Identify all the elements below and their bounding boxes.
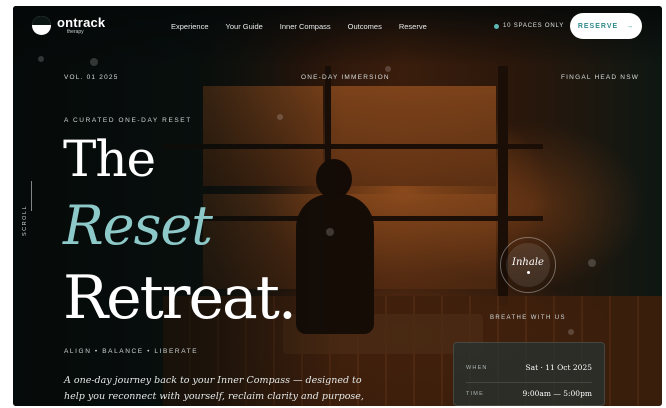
breathe-label: BREATHE WITH US <box>490 315 566 321</box>
reserve-button-label: RESERVE <box>577 22 619 30</box>
breathe-widget[interactable]: Inhale <box>500 237 556 293</box>
main-nav: Experience Your Guide Inner Compass Outc… <box>171 22 444 31</box>
hero-title-line-1: The <box>63 130 156 188</box>
nav-inner-compass[interactable]: Inner Compass <box>280 22 331 31</box>
top-shade <box>13 6 662 66</box>
time-label: TIME <box>466 390 484 397</box>
time-value: 9:00am — 5:00pm <box>522 389 592 398</box>
brand-sub: therapy <box>67 29 84 35</box>
location-label: FINGAL HEAD NSW <box>561 74 640 81</box>
card-divider <box>466 382 592 383</box>
nav-outcomes[interactable]: Outcomes <box>348 22 382 31</box>
brand-logo[interactable]: ontrack therapy <box>32 16 105 35</box>
when-value: Sat · 11 Oct 2025 <box>525 363 592 372</box>
scroll-line <box>31 181 32 211</box>
hero-description: A one-day journey back to your Inner Com… <box>64 375 364 402</box>
volume-label: VOL. 01 2025 <box>64 74 119 81</box>
nav-experience[interactable]: Experience <box>171 22 209 31</box>
event-details-card: WHEN Sat · 11 Oct 2025 TIME 9:00am — 5:0… <box>453 342 605 406</box>
bokeh-dot <box>326 228 334 236</box>
brand-name: ontrack <box>57 15 106 30</box>
when-label: WHEN <box>466 364 488 371</box>
nav-your-guide[interactable]: Your Guide <box>226 22 263 31</box>
bokeh-dot <box>568 329 574 335</box>
hero-title-line-3-text: Retreat <box>63 263 280 333</box>
reserve-button[interactable]: RESERVE → <box>570 13 642 39</box>
nav-reserve[interactable]: Reserve <box>399 22 427 31</box>
bokeh-dot <box>38 56 44 62</box>
arrow-right-icon: → <box>626 22 635 30</box>
window-pane <box>331 86 496 186</box>
breathe-inner: Inhale <box>506 243 550 287</box>
format-label: ONE-DAY IMMERSION <box>301 74 390 81</box>
when-row: WHEN Sat · 11 Oct 2025 <box>466 363 592 372</box>
dot-icon <box>494 23 499 29</box>
bokeh-dot <box>588 259 596 267</box>
hero-title-line-3: Retreat. <box>63 268 297 328</box>
breathe-dot <box>526 270 530 274</box>
breathe-word: Inhale <box>512 256 544 268</box>
availability-text: 10 SPACES ONLY <box>503 23 564 29</box>
scroll-indicator[interactable]: SCROLL <box>22 205 28 236</box>
hero-eyebrow: A CURATED ONE-DAY RESET <box>64 117 192 124</box>
availability-badge: 10 SPACES ONLY <box>494 23 564 29</box>
hero-title-period: . <box>277 263 297 333</box>
hero-tagline: ALIGN • BALANCE • LIBERATE <box>64 348 199 355</box>
hero-frame: ontrack therapy Experience Your Guide In… <box>13 6 662 406</box>
bokeh-dot <box>277 114 283 120</box>
time-row: TIME 9:00am — 5:00pm <box>466 389 592 398</box>
bokeh-dot <box>385 66 391 72</box>
half-circle-logo-icon <box>32 16 51 35</box>
bokeh-dot <box>90 58 98 66</box>
hero-title-line-2: Reset <box>63 194 213 257</box>
